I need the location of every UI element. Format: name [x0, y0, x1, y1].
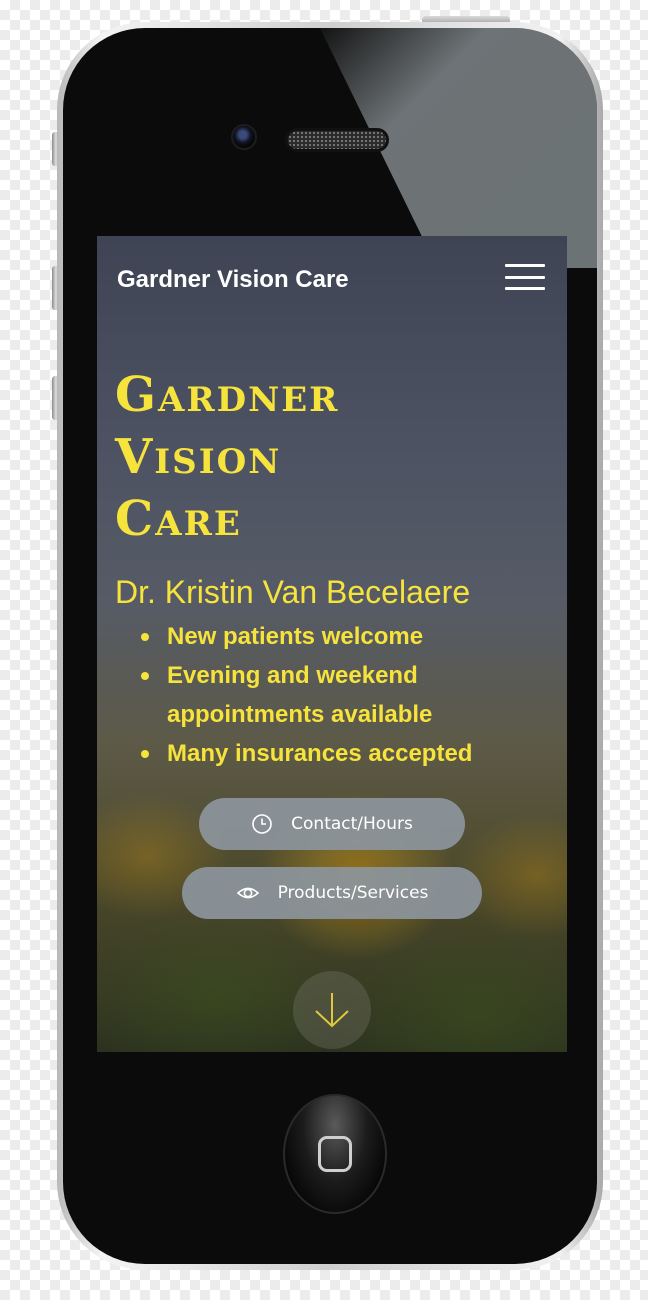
feature-item: Evening and weekend appointments availab… [141, 656, 561, 734]
earpiece-speaker [285, 128, 389, 152]
site-title[interactable]: Gardner Vision Care [117, 266, 349, 294]
bullet-icon [141, 750, 149, 758]
contact-hours-button[interactable]: Contact/Hours [199, 798, 465, 850]
eye-icon [236, 887, 259, 899]
hamburger-menu-icon[interactable] [505, 264, 549, 290]
menu-line [505, 264, 545, 267]
contact-hours-label: Contact/Hours [291, 814, 413, 834]
home-button[interactable] [283, 1094, 387, 1214]
arrow-down-icon [315, 993, 349, 1028]
menu-line [505, 275, 545, 279]
clock-icon [252, 814, 272, 834]
feature-text: Many insurances accepted [167, 740, 473, 767]
hero-title: Gardner Vision Care [115, 364, 535, 550]
feature-text: Evening and weekend appointments availab… [167, 662, 433, 728]
home-square-icon [318, 1136, 352, 1172]
hero-title-line: Gardner [115, 367, 340, 423]
doctor-name: Dr. Kristin Van Becelaere [115, 574, 471, 610]
phone-screen: Gardner Vision Care Gardner Vision Care … [97, 236, 567, 1052]
bullet-icon [141, 633, 149, 641]
products-services-label: Products/Services [277, 883, 429, 903]
front-camera [231, 124, 257, 150]
feature-list: New patients welcome Evening and weekend… [141, 617, 561, 773]
feature-text: New patients welcome [167, 623, 424, 650]
feature-item: New patients welcome [141, 617, 561, 656]
products-services-button[interactable]: Products/Services [182, 867, 482, 919]
bullet-icon [141, 672, 149, 680]
hero-title-line: Care [115, 491, 242, 547]
hero-title-line: Vision [115, 429, 282, 485]
menu-line [505, 287, 545, 290]
scroll-down-button[interactable] [293, 971, 371, 1049]
feature-item: Many insurances accepted [141, 734, 561, 773]
